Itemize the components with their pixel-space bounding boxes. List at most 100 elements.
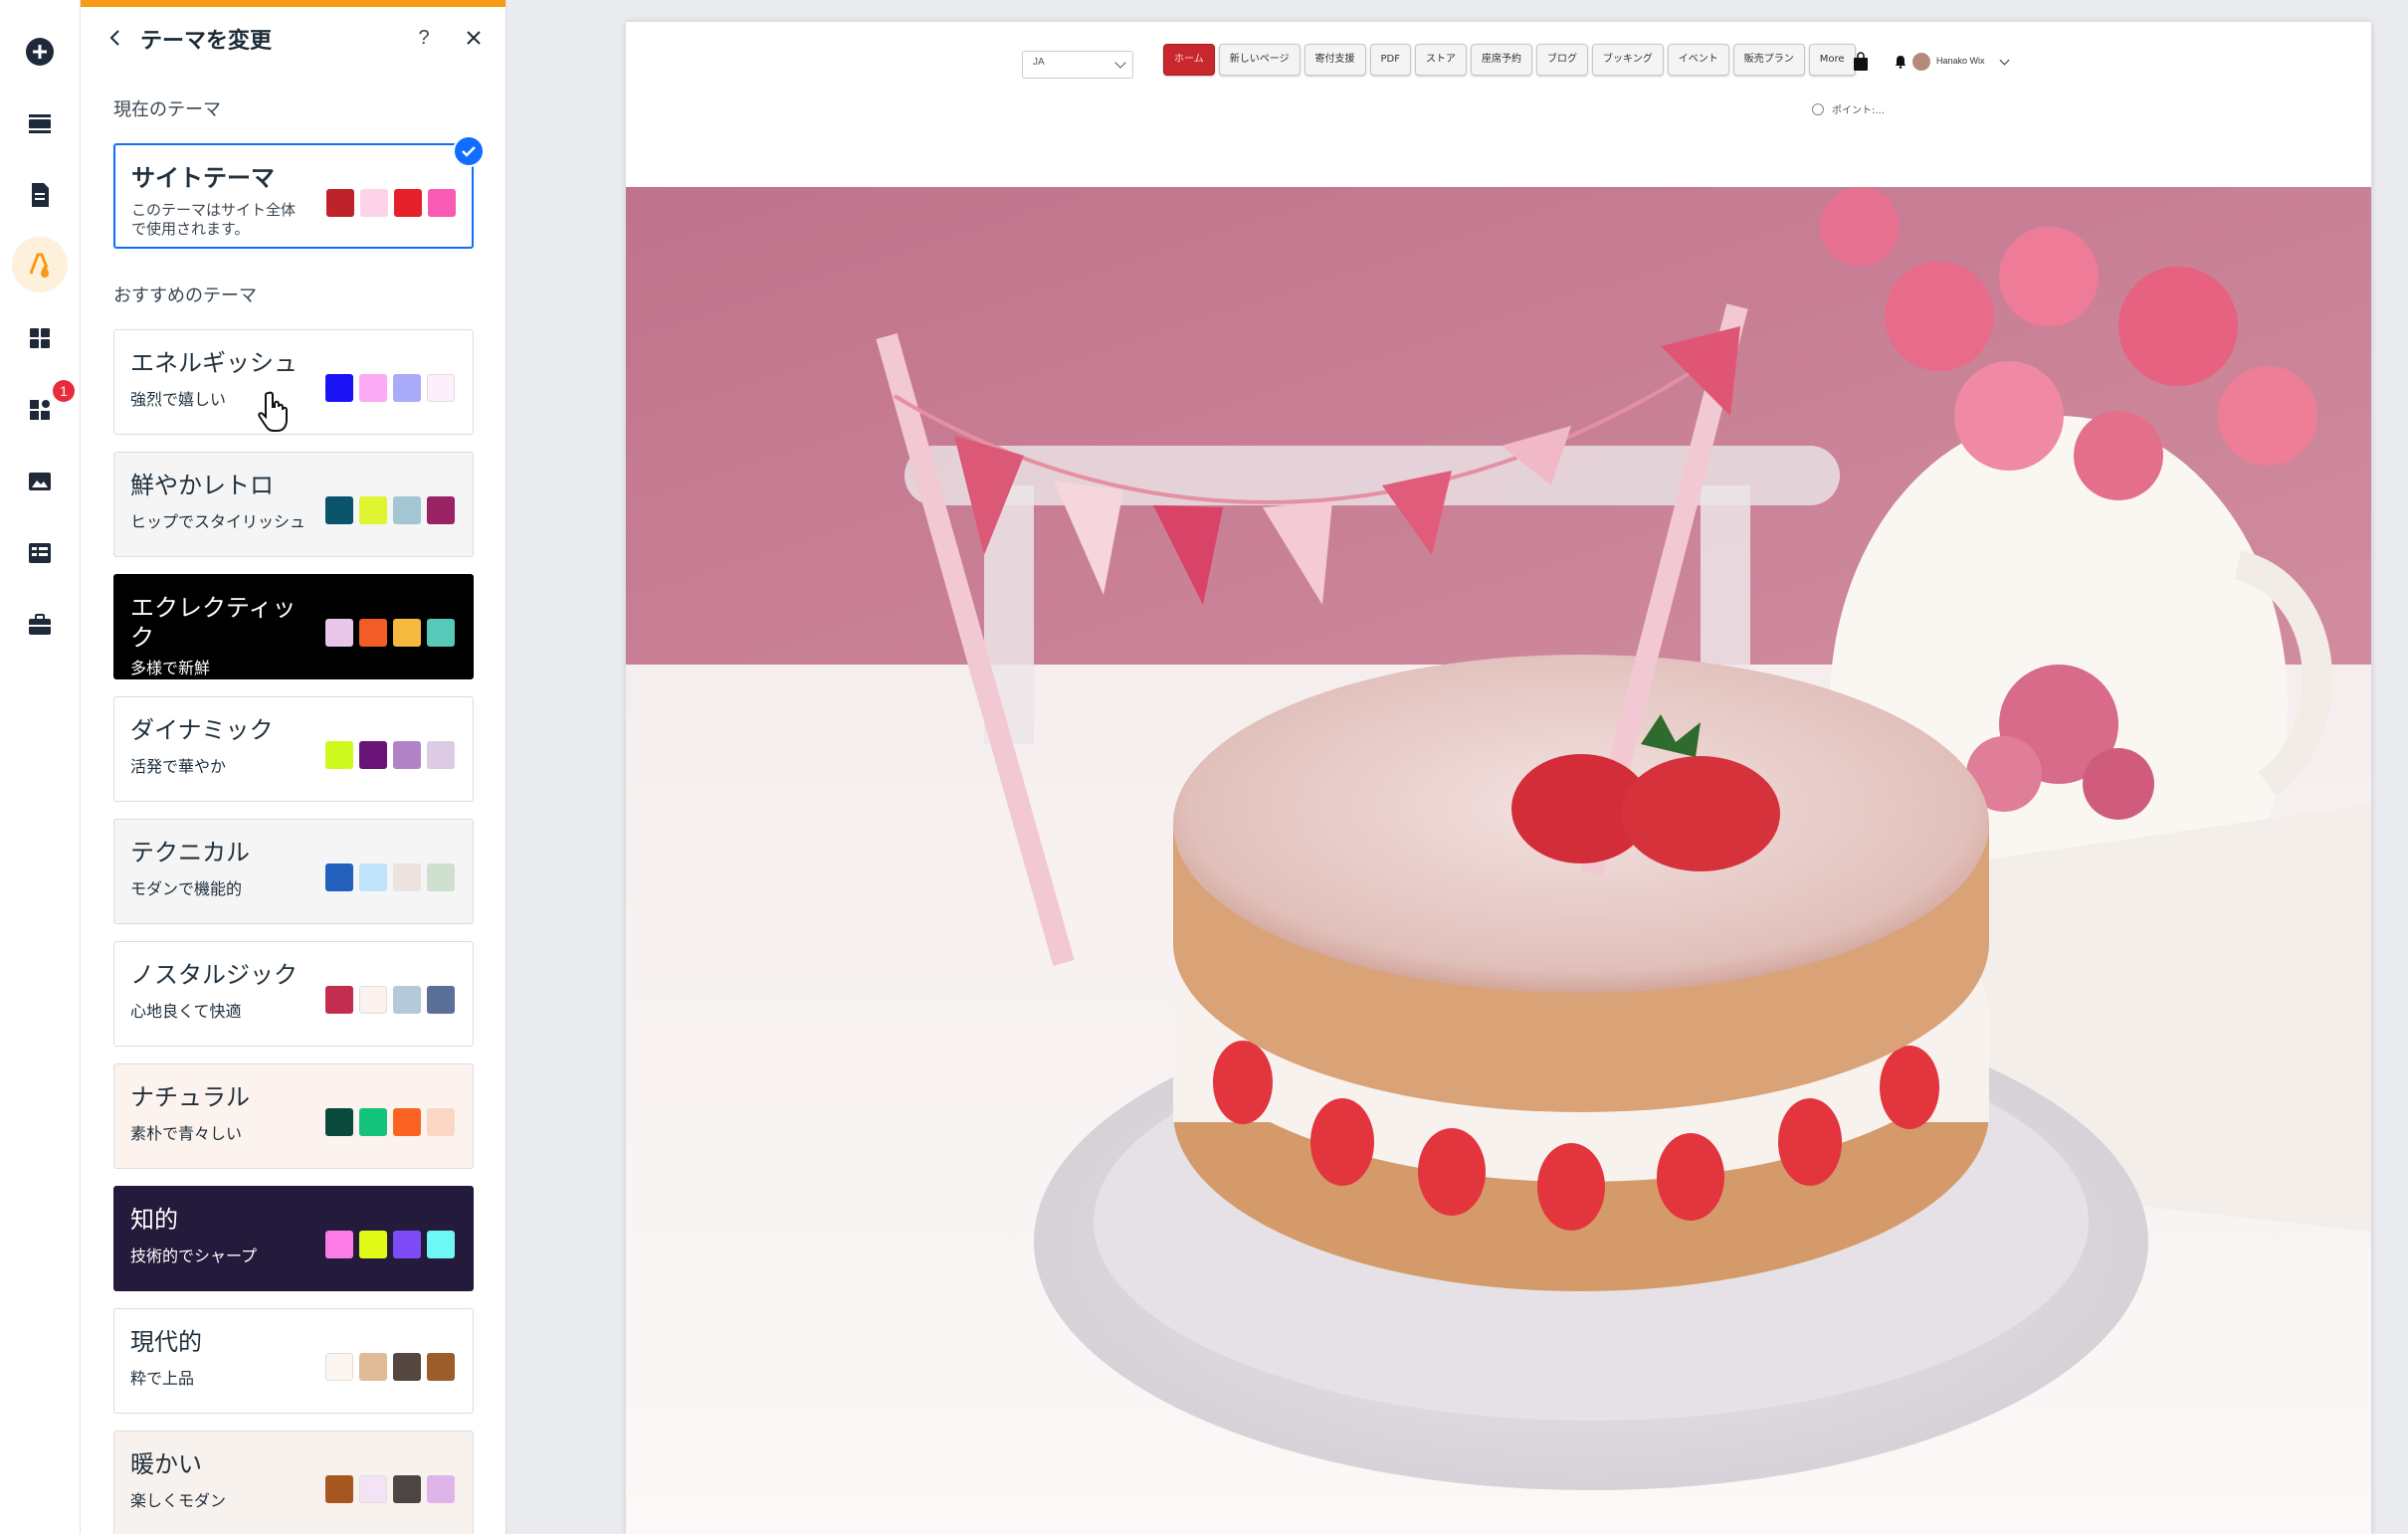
color-swatch (359, 1231, 387, 1258)
color-swatch (393, 741, 421, 769)
color-swatches (325, 1475, 455, 1503)
cake-photo (626, 187, 2371, 1534)
theme-card[interactable]: ノスタルジック 心地良くて快適 (113, 941, 474, 1047)
add-icon[interactable] (12, 24, 68, 80)
color-swatch (326, 189, 354, 217)
nav-item[interactable]: ストア (1415, 44, 1467, 76)
color-swatch (393, 1108, 421, 1136)
site-header: JA ホーム 新しいページ 寄付支援 PDF ストア 座席予約 ブログ ブッキング イベント 販売… (626, 22, 2371, 187)
theme-name: ダイナミック (130, 716, 274, 744)
plugins-icon[interactable]: 1 (12, 380, 75, 438)
color-swatch (393, 1475, 421, 1503)
panel-header: テーマを変更 ? (81, 7, 505, 69)
color-swatch (393, 1231, 421, 1258)
avatar[interactable] (1912, 53, 1930, 71)
recommended-themes-label: おすすめのテーマ (113, 286, 257, 306)
color-swatch (359, 496, 387, 524)
color-swatches (325, 1108, 455, 1136)
color-swatch (325, 1231, 353, 1258)
color-swatch (394, 189, 422, 217)
color-swatches (325, 1231, 455, 1258)
pages-icon[interactable] (12, 167, 68, 223)
site-preview[interactable]: JA ホーム 新しいページ 寄付支援 PDF ストア 座席予約 ブログ ブッキング イベント 販売… (626, 22, 2371, 1534)
theme-desc: ヒップでスタイリッシュ (130, 512, 306, 531)
theme-card[interactable]: 鮮やかレトロヒップでスタイリッシュ (113, 452, 474, 557)
chevron-down-icon[interactable] (1999, 55, 2010, 66)
theme-icon[interactable] (12, 237, 68, 292)
theme-desc: 活発で華やか (130, 757, 227, 776)
color-swatches (325, 1353, 455, 1381)
theme-card[interactable]: 現代的 粋で上品 (113, 1308, 474, 1414)
language-select[interactable]: JA (1022, 51, 1133, 79)
shopping-bag-icon[interactable] (1853, 52, 1869, 72)
color-swatches (325, 496, 455, 524)
theme-desc: 多様で新鮮 (130, 659, 211, 677)
nav-item[interactable]: 新しいページ (1218, 44, 1301, 76)
color-swatch (359, 863, 387, 891)
color-swatch (325, 1475, 353, 1503)
color-swatch (325, 863, 353, 891)
color-swatch (359, 1353, 387, 1381)
back-button[interactable] (100, 23, 130, 53)
sections-icon[interactable] (12, 96, 68, 151)
theme-card[interactable]: エネルギッシュ強烈で嬉しい (113, 329, 474, 435)
color-swatches (325, 374, 455, 402)
color-swatch (427, 1353, 455, 1381)
theme-name: 暖かい (130, 1450, 202, 1478)
theme-card[interactable]: エクレクティック多様で新鮮 (113, 574, 474, 679)
nav-item[interactable]: ホーム (1163, 44, 1215, 76)
theme-card-current[interactable]: サイトテーマ このテーマはサイト全体 で使用されます。 (113, 135, 485, 249)
theme-panel: テーマを変更 ? 現在のテーマ サイトテーマ このテーマはサイト全体 で使用され… (81, 0, 506, 1534)
business-icon[interactable] (12, 597, 68, 653)
color-swatch (427, 496, 455, 524)
nav-item[interactable]: More (1808, 44, 1856, 76)
theme-name: 知的 (130, 1206, 178, 1234)
media-icon[interactable] (12, 454, 68, 509)
theme-desc-line: このテーマはサイト全体 (131, 201, 297, 219)
selected-check-icon (453, 135, 485, 167)
color-swatch (359, 1108, 387, 1136)
cms-icon[interactable] (12, 525, 68, 581)
color-swatch (393, 496, 421, 524)
hand-cursor-icon (258, 391, 288, 432)
user-name[interactable]: Hanako Wix (1936, 56, 1985, 66)
theme-desc: 素朴で青々しい (130, 1124, 243, 1143)
nav-item[interactable]: PDF (1369, 44, 1411, 76)
theme-card[interactable]: ダイナミック活発で華やか (113, 696, 474, 802)
color-swatch (325, 374, 353, 402)
nav-item[interactable]: イベント (1667, 44, 1729, 76)
theme-desc-line: で使用されます。 (131, 220, 250, 238)
color-swatch (393, 374, 421, 402)
panel-accent-bar (81, 0, 505, 7)
theme-desc: 心地良くて快適 (130, 1002, 242, 1021)
points-link[interactable]: ポイント:... (1812, 101, 1885, 116)
color-swatch (360, 189, 388, 217)
theme-card[interactable]: テクニカル モダンで機能的 (113, 819, 474, 924)
nav-item[interactable]: 寄付支援 (1304, 44, 1366, 76)
color-swatch (427, 1475, 455, 1503)
help-button[interactable]: ? (409, 23, 439, 53)
color-swatches (325, 741, 455, 769)
nav-item[interactable]: 座席予約 (1471, 44, 1532, 76)
apps-icon[interactable] (12, 310, 68, 366)
nav-item[interactable]: 販売プラン (1732, 44, 1805, 76)
theme-name: エクレクティック (130, 594, 297, 652)
points-label: ポイント:... (1832, 105, 1885, 116)
theme-name: 鮮やかレトロ (130, 472, 274, 499)
panel-title: テーマを変更 (140, 29, 273, 54)
color-swatch (325, 496, 353, 524)
color-swatch (427, 741, 455, 769)
color-swatch (427, 374, 455, 402)
nav-item[interactable]: ブログ (1536, 44, 1588, 76)
close-button[interactable] (459, 23, 489, 53)
nav-item[interactable]: ブッキング (1592, 44, 1664, 76)
theme-card[interactable]: ナチュラル 素朴で青々しい (113, 1063, 474, 1169)
theme-desc: 強烈で嬉しい (130, 390, 227, 409)
color-swatch (393, 619, 421, 647)
bell-icon[interactable] (1895, 55, 1906, 69)
theme-name: サイトテーマ (131, 164, 275, 192)
theme-card[interactable]: 知的 技術的でシャープ (113, 1186, 474, 1291)
theme-name: エネルギッシュ (130, 349, 298, 377)
theme-card[interactable]: 暖かい 楽しくモダン (113, 1431, 474, 1534)
color-swatches (326, 189, 456, 217)
